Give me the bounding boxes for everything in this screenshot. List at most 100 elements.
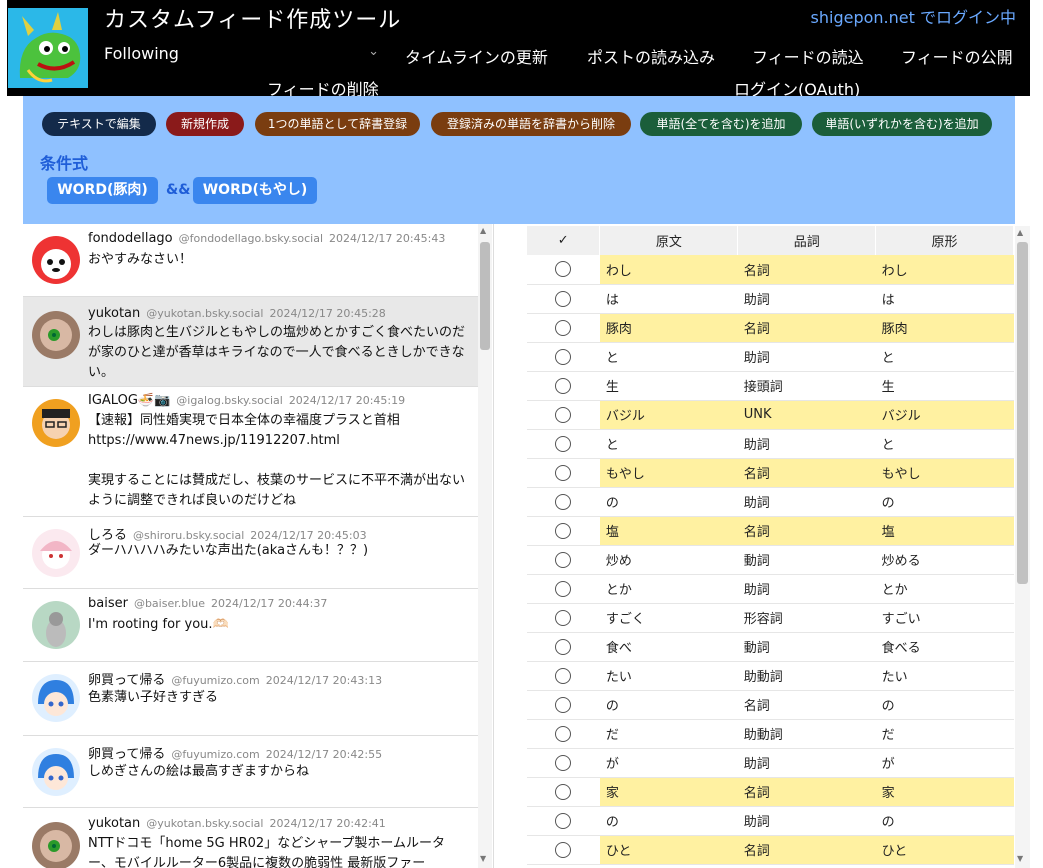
token-select-cell[interactable] xyxy=(527,487,600,517)
token-radio[interactable] xyxy=(555,551,572,568)
token-select-cell[interactable] xyxy=(527,719,600,749)
token-row[interactable]: の助詞の xyxy=(527,806,1014,836)
token-scrollbar[interactable]: ▲ ▼ xyxy=(1015,226,1030,868)
scroll-down-icon[interactable]: ▼ xyxy=(1017,854,1023,863)
token-radio[interactable] xyxy=(555,348,572,365)
timeline-post-selected[interactable]: yukotan @yukotan.bsky.social 2024/12/17 20… xyxy=(23,297,478,387)
timeline-post[interactable]: IGALOG🍜📷 @igalog.bsky.social 2024/12/17 20… xyxy=(23,387,478,517)
login-user-link[interactable]: shigepon.net xyxy=(811,8,915,27)
token-radio[interactable] xyxy=(555,696,572,713)
token-row[interactable]: と助詞と xyxy=(527,429,1014,459)
token-select-cell[interactable] xyxy=(527,632,600,662)
token-select-cell[interactable] xyxy=(527,545,600,575)
token-radio[interactable] xyxy=(555,435,572,452)
token-radio[interactable] xyxy=(555,638,572,655)
token-select-cell[interactable] xyxy=(527,342,600,372)
remove-word-button[interactable]: 登録済みの単語を辞書から削除 xyxy=(431,112,631,136)
load-feed-button[interactable]: フィードの読込 xyxy=(752,44,864,68)
timeline-scrollbar[interactable]: ▲ ▼ xyxy=(478,224,492,868)
token-radio[interactable] xyxy=(555,609,572,626)
token-select-cell[interactable] xyxy=(527,574,600,604)
timeline-post[interactable]: baiser @baiser.blue 2024/12/17 20:44:37 I'… xyxy=(23,589,478,662)
token-base: が xyxy=(875,748,1014,778)
feed-select[interactable]: Following ⌄ xyxy=(104,44,379,66)
token-table: ✓ 原文 品詞 原形 わし 名詞 わしは助詞は豚肉 名詞 豚肉と助詞と生接頭詞生バジル U… xyxy=(527,226,1014,865)
timeline-post[interactable]: 卵買って帰る @fuyumizo.com 2024/12/17 20:43:13 色… xyxy=(23,662,478,736)
token-radio[interactable] xyxy=(555,754,572,771)
token-row[interactable]: たい 助動詞 たい xyxy=(527,661,1014,691)
add-all-words-button[interactable]: 単語(全てを含む)を追加 xyxy=(640,112,802,136)
token-row[interactable]: 食べ 動詞 食べる xyxy=(527,632,1014,662)
token-row[interactable]: わし 名詞 わし xyxy=(527,255,1014,285)
token-radio[interactable] xyxy=(555,725,572,742)
token-radio[interactable] xyxy=(555,290,572,307)
token-select-cell[interactable] xyxy=(527,458,600,488)
timeline-post[interactable]: 卵買って帰る @fuyumizo.com 2024/12/17 20:42:55 し… xyxy=(23,736,478,808)
token-radio[interactable] xyxy=(555,261,572,278)
token-radio[interactable] xyxy=(555,783,572,800)
add-any-words-button[interactable]: 単語(いずれかを含む)を追加 xyxy=(812,112,992,136)
token-base: もやし xyxy=(875,458,1014,488)
token-select-cell[interactable] xyxy=(527,603,600,633)
token-radio[interactable] xyxy=(555,522,572,539)
token-radio[interactable] xyxy=(555,406,572,423)
token-row[interactable]: だ助動詞だ xyxy=(527,719,1014,749)
token-row[interactable]: すごく 形容詞 すごい xyxy=(527,603,1014,633)
scroll-down-icon[interactable]: ▼ xyxy=(480,854,486,863)
token-select-cell[interactable] xyxy=(527,748,600,778)
token-select-cell[interactable] xyxy=(527,806,600,836)
token-row[interactable]: 豚肉 名詞 豚肉 xyxy=(527,313,1014,343)
token-select-cell[interactable] xyxy=(527,371,600,401)
token-select-cell[interactable] xyxy=(527,661,600,691)
token-row[interactable]: 炒め 動詞 炒める xyxy=(527,545,1014,575)
timeline-post[interactable]: yukotan @yukotan.bsky.social 2024/12/17 20… xyxy=(23,808,478,868)
timeline-post[interactable]: しろる @shiroru.bsky.social 2024/12/17 20:45:… xyxy=(23,517,478,589)
token-radio[interactable] xyxy=(555,319,572,336)
token-surface: たい xyxy=(599,661,738,691)
avatar xyxy=(32,529,80,577)
token-select-cell[interactable] xyxy=(527,516,600,546)
token-scroll-thumb[interactable] xyxy=(1017,242,1028,584)
token-select-cell[interactable] xyxy=(527,429,600,459)
new-button[interactable]: 新規作成 xyxy=(166,112,244,136)
token-row[interactable]: の名詞の xyxy=(527,690,1014,720)
token-row[interactable]: は助詞は xyxy=(527,284,1014,314)
token-row[interactable]: バジル UNK バジル xyxy=(527,400,1014,430)
token-radio[interactable] xyxy=(555,812,572,829)
token-select-cell[interactable] xyxy=(527,690,600,720)
token-row[interactable]: が助詞が xyxy=(527,748,1014,778)
token-radio[interactable] xyxy=(555,377,572,394)
token-row[interactable]: とか 助詞 とか xyxy=(527,574,1014,604)
token-pos: 助詞 xyxy=(737,806,876,836)
token-select-cell[interactable] xyxy=(527,255,600,285)
token-select-cell[interactable] xyxy=(527,284,600,314)
timeline-scroll-thumb[interactable] xyxy=(480,242,490,350)
load-posts-button[interactable]: ポストの読み込み xyxy=(587,44,715,68)
token-select-cell[interactable] xyxy=(527,777,600,807)
token-radio[interactable] xyxy=(555,841,572,858)
condition-word-right[interactable]: WORD(もやし) xyxy=(193,177,317,204)
token-select-cell[interactable] xyxy=(527,400,600,430)
token-radio[interactable] xyxy=(555,667,572,684)
register-word-button[interactable]: 1つの単語として辞書登録 xyxy=(255,112,420,136)
condition-word-left[interactable]: WORD(豚肉) xyxy=(47,177,158,204)
token-row[interactable]: 塩名詞塩 xyxy=(527,516,1014,546)
scroll-up-icon[interactable]: ▲ xyxy=(1017,228,1023,237)
refresh-timeline-button[interactable]: タイムラインの更新 xyxy=(405,44,548,68)
edit-as-text-button[interactable]: テキストで編集 xyxy=(42,112,156,136)
timeline-post[interactable]: fondodellago @fondodellago.bsky.social 202… xyxy=(23,224,478,297)
token-radio[interactable] xyxy=(555,464,572,481)
token-select-cell[interactable] xyxy=(527,835,600,865)
token-radio[interactable] xyxy=(555,580,572,597)
token-row[interactable]: もやし 名詞 もやし xyxy=(527,458,1014,488)
token-row[interactable]: の助詞の xyxy=(527,487,1014,517)
publish-feed-button[interactable]: フィードの公開 xyxy=(901,44,1013,68)
token-radio[interactable] xyxy=(555,493,572,510)
token-row[interactable]: 生接頭詞生 xyxy=(527,371,1014,401)
scroll-up-icon[interactable]: ▲ xyxy=(480,226,486,235)
token-select-cell[interactable] xyxy=(527,313,600,343)
token-row[interactable]: 家名詞家 xyxy=(527,777,1014,807)
token-surface: とか xyxy=(599,574,738,604)
token-row[interactable]: と助詞と xyxy=(527,342,1014,372)
token-row[interactable]: ひと 名詞 ひと xyxy=(527,835,1014,865)
